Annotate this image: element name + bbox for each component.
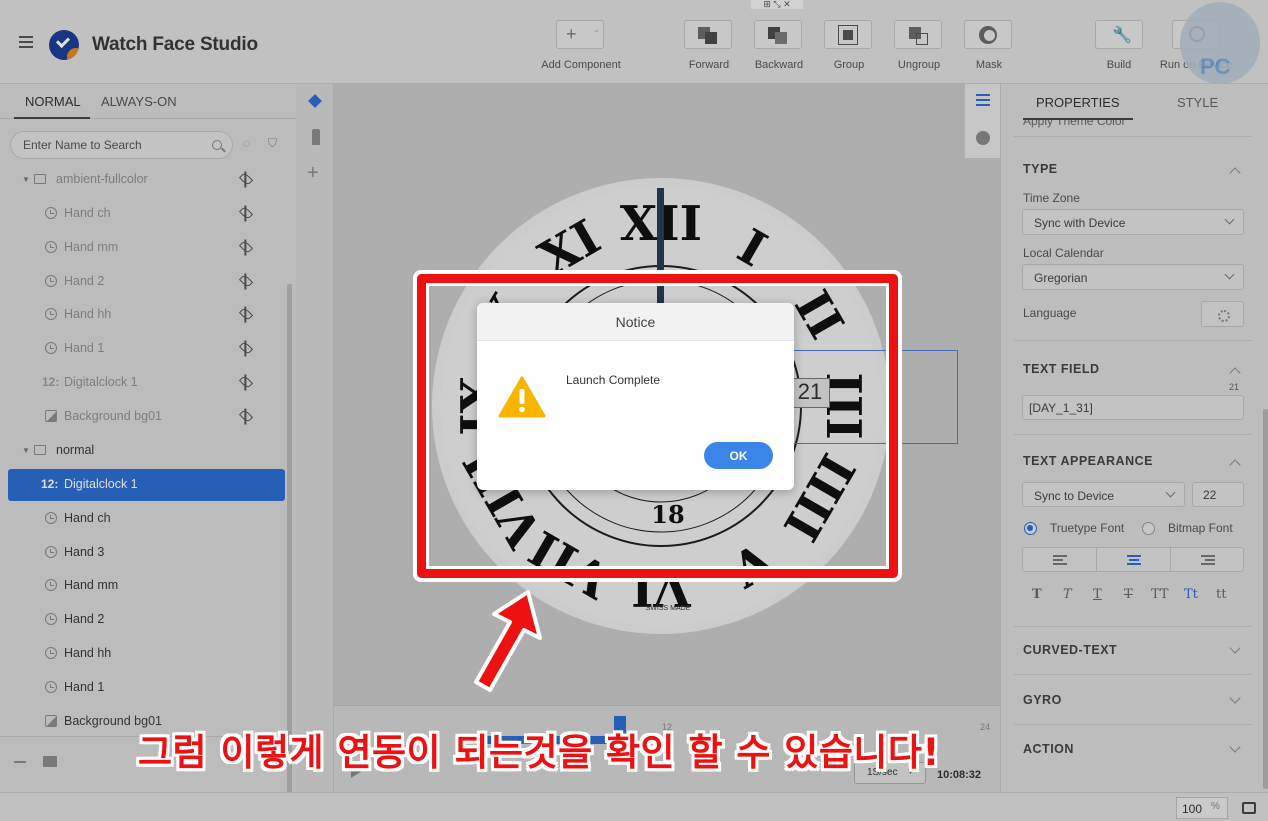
red-arrow-icon [474, 590, 542, 692]
notice-dialog: Notice Launch Complete OK [477, 303, 794, 490]
dialog-title: Notice [615, 314, 656, 330]
ok-button[interactable]: OK [704, 442, 773, 469]
dialog-message: Launch Complete [566, 373, 661, 387]
dialog-header: Notice [477, 303, 794, 341]
annotation-caption: 그럼 이렇게 연동이 되는것을 확인 할 수 있습니다! [138, 731, 940, 774]
warning-icon [498, 376, 546, 418]
